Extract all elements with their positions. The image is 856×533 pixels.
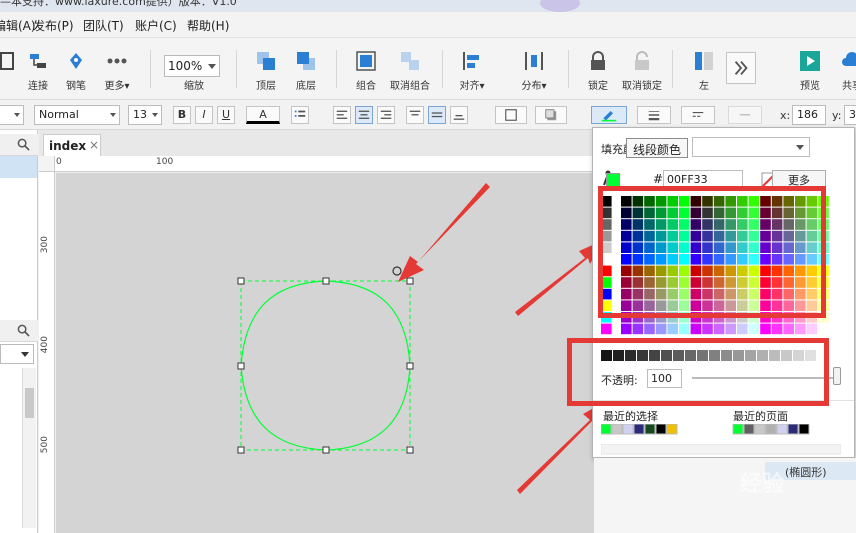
palette-swatch: [748, 323, 760, 335]
resize-handle: [237, 277, 245, 285]
palette-swatch: [760, 323, 771, 335]
palette-swatch: [601, 323, 612, 335]
recent-page-label: 最近的页面: [733, 410, 788, 423]
recent-color-swatch: [666, 424, 678, 435]
arrow-to-palette: [515, 240, 604, 316]
resize-handle: [237, 362, 245, 370]
palette-swatch: [702, 323, 713, 335]
recent-colors[interactable]: [601, 424, 841, 438]
resize-handle: [322, 446, 330, 454]
palette-swatch: [655, 323, 667, 335]
palette-swatch: [725, 323, 736, 335]
hex-value: 00FF33: [667, 173, 708, 186]
recent-page-color-swatch: [732, 424, 744, 435]
color-type-select[interactable]: [692, 137, 810, 157]
palette-swatch: [795, 323, 806, 335]
palette-swatch: [621, 323, 632, 335]
palette-swatch: [690, 323, 702, 335]
recent-color-swatch: [622, 424, 634, 435]
palette-swatch: [783, 323, 794, 335]
recent-page-color-swatch: [754, 424, 766, 435]
palette-swatch: [806, 323, 818, 335]
recent-color-swatch: [611, 424, 623, 435]
resize-handle: [237, 446, 245, 454]
current-color-swatch: [606, 173, 620, 187]
palette-swatch: [818, 323, 829, 335]
resize-handle: [406, 362, 414, 370]
palette-swatch: [644, 323, 655, 335]
recent-page-color-swatch: [776, 424, 788, 435]
palette-swatch: [713, 323, 725, 335]
palette-highlight-box: [598, 186, 826, 318]
recent-color-swatch: [644, 424, 656, 435]
selection-box: [240, 280, 411, 451]
empty-recent-row: [601, 444, 841, 455]
chevron-down-icon: [796, 145, 804, 150]
watermark-text: 经验: [740, 471, 785, 497]
ellipse-shape[interactable]: [240, 280, 411, 451]
arrow-to-shape: [398, 183, 490, 282]
resize-handle: [406, 277, 414, 285]
recent-page-color-swatch: [743, 424, 755, 435]
rotate-handle-icon[interactable]: [392, 266, 402, 276]
recent-color-swatch: [655, 424, 667, 435]
hex-hash-label: #: [653, 172, 664, 186]
resize-handle: [406, 446, 414, 454]
recent-color-swatch: [633, 424, 645, 435]
palette-swatch: [667, 323, 678, 335]
palette-swatch: [737, 323, 748, 335]
recent-page-color-swatch: [787, 424, 799, 435]
opacity-highlight-box: [567, 338, 829, 406]
outline-item-label: (椭圆形): [785, 466, 827, 479]
recent-page-color-swatch: [765, 424, 777, 435]
palette-swatch: [632, 323, 644, 335]
recent-page-color-swatch: [798, 424, 810, 435]
opacity-slider-thumb[interactable]: [833, 367, 841, 385]
palette-swatch: [771, 323, 783, 335]
recent-color-swatch: [601, 424, 612, 435]
recent-selection-label: 最近的选择: [603, 410, 658, 423]
palette-swatch: [679, 323, 690, 335]
line-color-tooltip: 线段颜色: [626, 138, 689, 158]
resize-handle: [322, 277, 330, 285]
